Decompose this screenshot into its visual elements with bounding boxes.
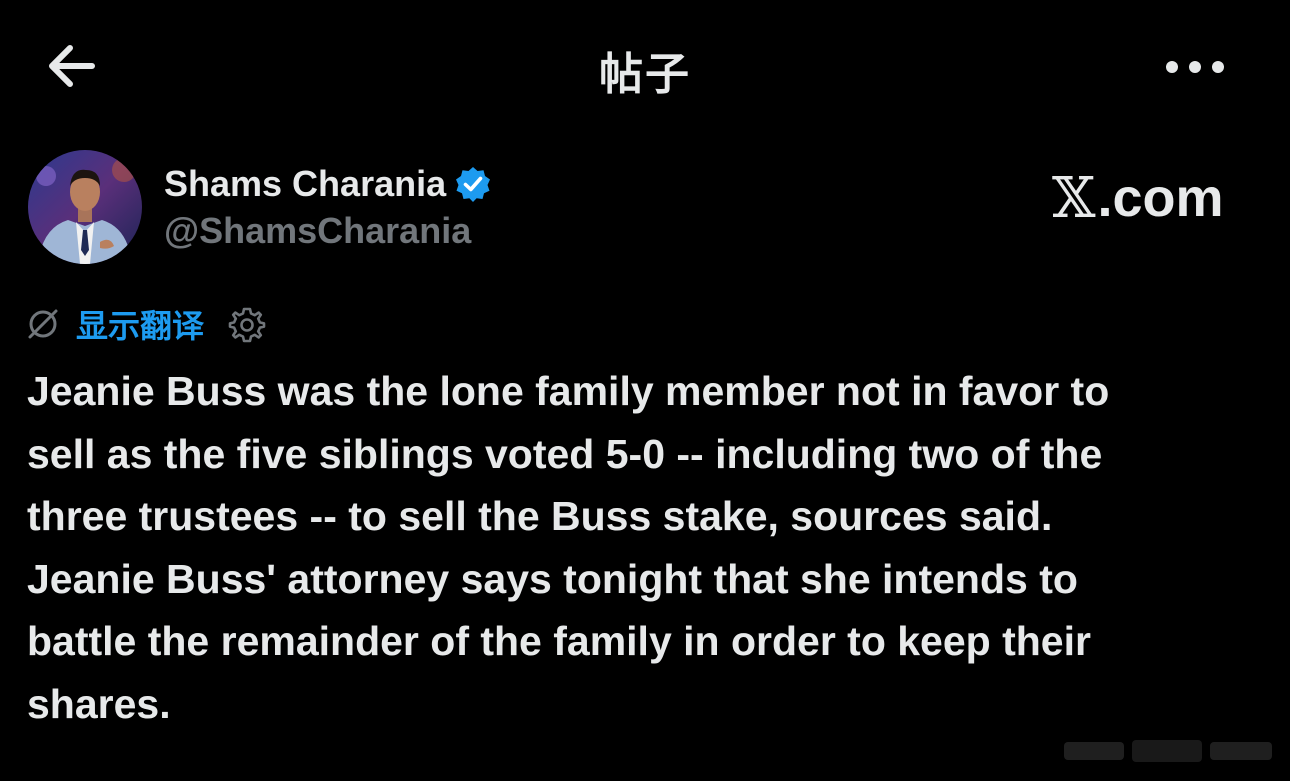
watermark [1060,730,1280,770]
more-button[interactable] [1162,50,1228,84]
globe-slash-icon [28,309,58,339]
tweet-text-line: sell as the five siblings voted 5-0 -- i… [27,430,1103,477]
watermark-image [1064,740,1272,762]
gear-icon[interactable] [228,305,266,343]
translate-row: 显示翻译 [26,302,266,346]
tweet-text-line: battle the remainder of the family in or… [27,618,1091,664]
tweet-text-line: three trustees -- to sell the Buss stake… [27,493,1053,539]
tweet-text-line: Jeanie Buss' attorney says tonight that … [27,555,1078,602]
x-logo-icon: 𝕏 [1052,165,1096,231]
avatar[interactable] [28,150,142,264]
top-bar: 帖子 [0,0,1290,130]
x-com-suffix: .com [1097,168,1224,228]
tweet-text-line: Jeanie Buss was the lone family member n… [27,368,1110,414]
verified-badge-icon [456,167,491,202]
author-display-name[interactable]: Shams Charania [164,163,446,205]
page-title: 帖子 [599,49,691,100]
avatar-image [28,150,142,264]
author-name-row[interactable]: Shams Charania [164,162,492,206]
more-horizontal-icon [1166,61,1224,73]
author-handle[interactable]: @ShamsCharania [164,210,471,252]
tweet-text-line: shares. [27,680,171,727]
show-translation-link[interactable]: 显示翻译 [76,301,204,347]
tweet-text: Jeanie Buss was the lone family member n… [27,360,1267,735]
x-com-logo: 𝕏 .com [1052,165,1224,231]
